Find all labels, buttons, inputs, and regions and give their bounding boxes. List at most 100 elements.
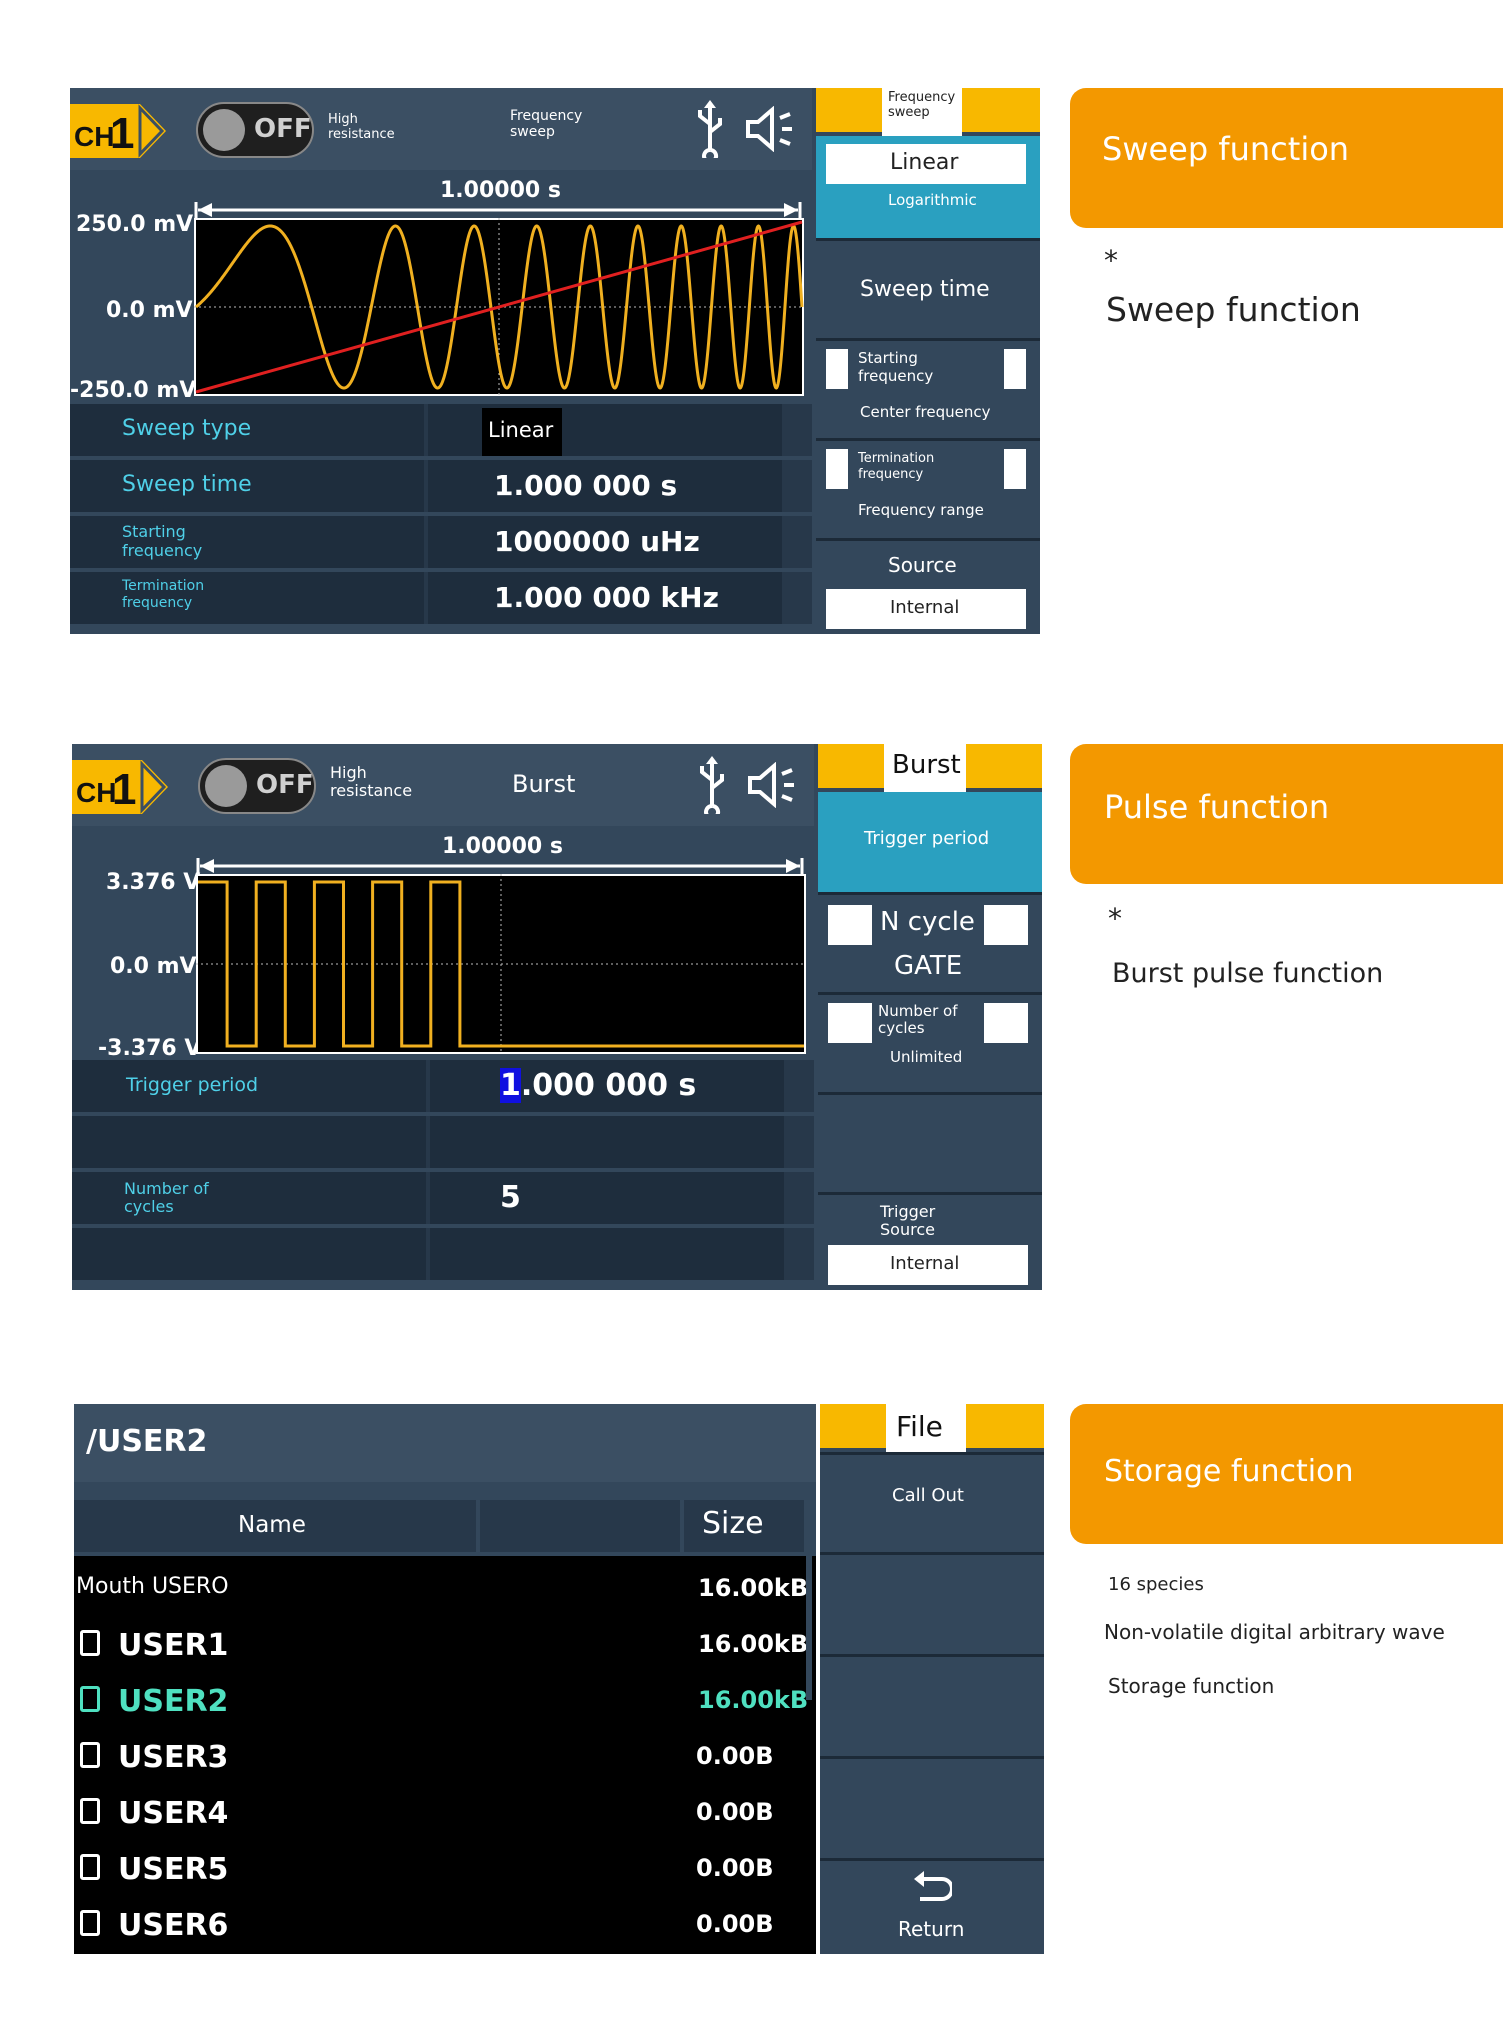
speaker-icon[interactable] [746, 761, 796, 809]
file-name: USER2 [118, 1684, 229, 1719]
softkey-term-freq[interactable]: Termination frequency Frequency range [816, 438, 1040, 538]
softkey-label: N cycle [880, 907, 975, 937]
mode-label: Burst [512, 770, 576, 798]
path-bar: /USER2 [74, 1404, 816, 1482]
softkey-trigger-period[interactable]: Trigger period [818, 792, 1042, 892]
file-icon [80, 1854, 100, 1880]
softkey-label: Source [888, 553, 957, 577]
file-name: USER1 [118, 1628, 229, 1663]
softkey-empty[interactable] [820, 1756, 1044, 1858]
param-row[interactable]: Termination frequency 1.000 000 kHz [70, 572, 812, 624]
column-name-header[interactable]: Name [238, 1512, 306, 1538]
param-row[interactable]: Sweep type Linear [70, 404, 812, 456]
param-value-start-freq: 1000000 uHz [494, 525, 700, 558]
file-row[interactable]: USER6 0.00B [74, 1896, 816, 1952]
sweep-screen: CH 1 OFF High resistance Frequency sweep… [70, 88, 1040, 634]
param-row[interactable] [72, 1116, 814, 1168]
output-toggle[interactable]: OFF [196, 102, 314, 158]
softkey-return[interactable]: Return [820, 1858, 1044, 1954]
softkey-source[interactable]: Source Internal [816, 538, 1040, 634]
storage-banner: Storage function [1070, 1404, 1503, 1544]
channel-badge[interactable]: CH 1 [72, 760, 172, 814]
impedance-label: High resistance [328, 112, 395, 142]
softkey-call-out[interactable]: Call Out [820, 1452, 1044, 1552]
file-size: 16.00kB [698, 1630, 809, 1658]
softkey-trigger-source[interactable]: Trigger Source Internal [818, 1192, 1042, 1290]
softkey-label: Trigger Source [880, 1202, 936, 1239]
file-icon [80, 1910, 100, 1936]
toggle-knob [203, 109, 245, 151]
output-state: OFF [256, 770, 314, 800]
column-size-header[interactable]: Size [702, 1506, 764, 1541]
file-size: 0.00B [696, 1742, 774, 1770]
softkey-burst-mode[interactable]: N cycle GATE [818, 892, 1042, 992]
file-icon [80, 1742, 100, 1768]
file-row[interactable]: USER1 16.00kB [74, 1616, 816, 1672]
sweep-param-table: Sweep type Linear Sweep time 1.000 000 s… [70, 404, 812, 634]
burst-screen: CH 1 OFF High resistance Burst 1.00000 s [72, 744, 1042, 1290]
softkey-label: GATE [894, 951, 963, 981]
file-size: 0.00B [696, 1854, 774, 1882]
param-label-num-cycles: Number of cycles [124, 1179, 209, 1216]
return-icon [914, 1871, 952, 1901]
file-row[interactable]: USER3 0.00B [74, 1728, 816, 1784]
y-label-mid: 0.0 mV [110, 954, 197, 979]
status-bar: CH 1 OFF High resistance Frequency sweep [70, 88, 812, 170]
softkey-sweep-type[interactable]: Linear Logarithmic [816, 136, 1040, 238]
softkey-sweep-time[interactable]: Sweep time [816, 238, 1040, 338]
param-row[interactable]: Sweep time 1.000 000 s [70, 460, 812, 512]
param-label-sweep-time: Sweep time [122, 472, 252, 497]
channel-label: CH [74, 121, 114, 152]
info-bullet: * [1108, 902, 1122, 935]
file-row[interactable]: Mouth USERO 16.00kB [74, 1560, 816, 1616]
param-value-trigger-period[interactable]: 1.000 000 s [500, 1068, 696, 1103]
output-state: OFF [254, 114, 312, 144]
softkey-label: Center frequency [860, 403, 991, 421]
softkey-label: Starting frequency [858, 349, 934, 385]
info-bullet: * [1104, 244, 1118, 277]
softkey-num-cycles[interactable]: Number of cycles Unlimited [818, 992, 1042, 1092]
softkey-label: Call Out [892, 1485, 964, 1506]
sweep-softkeys: Frequency sweep Linear Logarithmic Sweep… [816, 88, 1040, 634]
file-name: Mouth USERO [76, 1574, 229, 1599]
softkey-start-freq[interactable]: Starting frequency Center frequency [816, 338, 1040, 438]
file-row[interactable]: USER2 16.00kB [74, 1672, 816, 1728]
info-line: 16 species [1108, 1574, 1204, 1595]
param-row[interactable] [72, 1228, 814, 1280]
burst-softkeys: Burst Trigger period N cycle GATE Number… [818, 744, 1042, 1290]
softkey-empty[interactable] [820, 1552, 1044, 1654]
channel-badge[interactable]: CH 1 [70, 104, 170, 158]
file-icon [80, 1630, 100, 1656]
y-label-bottom: -3.376 V [98, 1036, 202, 1061]
impedance-label: High resistance [330, 763, 413, 800]
info-line: Burst pulse function [1112, 958, 1384, 989]
param-row[interactable]: Starting frequency 1000000 uHz [70, 516, 812, 568]
softkey-empty[interactable] [818, 1092, 1042, 1192]
speaker-icon[interactable] [744, 105, 794, 153]
file-row[interactable]: USER4 0.00B [74, 1784, 816, 1840]
param-row[interactable]: Trigger period 1.000 000 s [72, 1060, 814, 1112]
file-row[interactable]: USER5 0.00B [74, 1840, 816, 1896]
softkey-title: File [896, 1410, 943, 1443]
burst-param-table: Trigger period 1.000 000 s Number of cyc… [72, 1060, 814, 1290]
y-label-bottom: -250.0 mV [70, 378, 197, 403]
output-toggle[interactable]: OFF [198, 758, 316, 814]
scrollbar[interactable] [806, 1500, 812, 1700]
toggle-knob [205, 765, 247, 807]
file-size: 0.00B [696, 1798, 774, 1826]
softkey-title: Frequency sweep [888, 90, 956, 120]
softkey-label: Trigger period [864, 828, 990, 849]
time-span-arrow [196, 858, 804, 874]
param-row[interactable]: Number of cycles 5 [72, 1172, 814, 1224]
softkey-empty[interactable] [820, 1654, 1044, 1756]
usb-icon [694, 100, 726, 164]
softkey-label: Sweep time [860, 277, 990, 302]
file-icon [80, 1798, 100, 1824]
file-size: 16.00kB [698, 1686, 809, 1714]
softkey-label: Number of cycles [878, 1002, 958, 1037]
softkey-label: Unlimited [890, 1048, 963, 1066]
file-name: USER3 [118, 1740, 229, 1775]
banner-title: Pulse function [1104, 788, 1330, 826]
sweep-type-selected: Linear [890, 150, 959, 175]
softkey-label: Frequency range [858, 501, 984, 519]
